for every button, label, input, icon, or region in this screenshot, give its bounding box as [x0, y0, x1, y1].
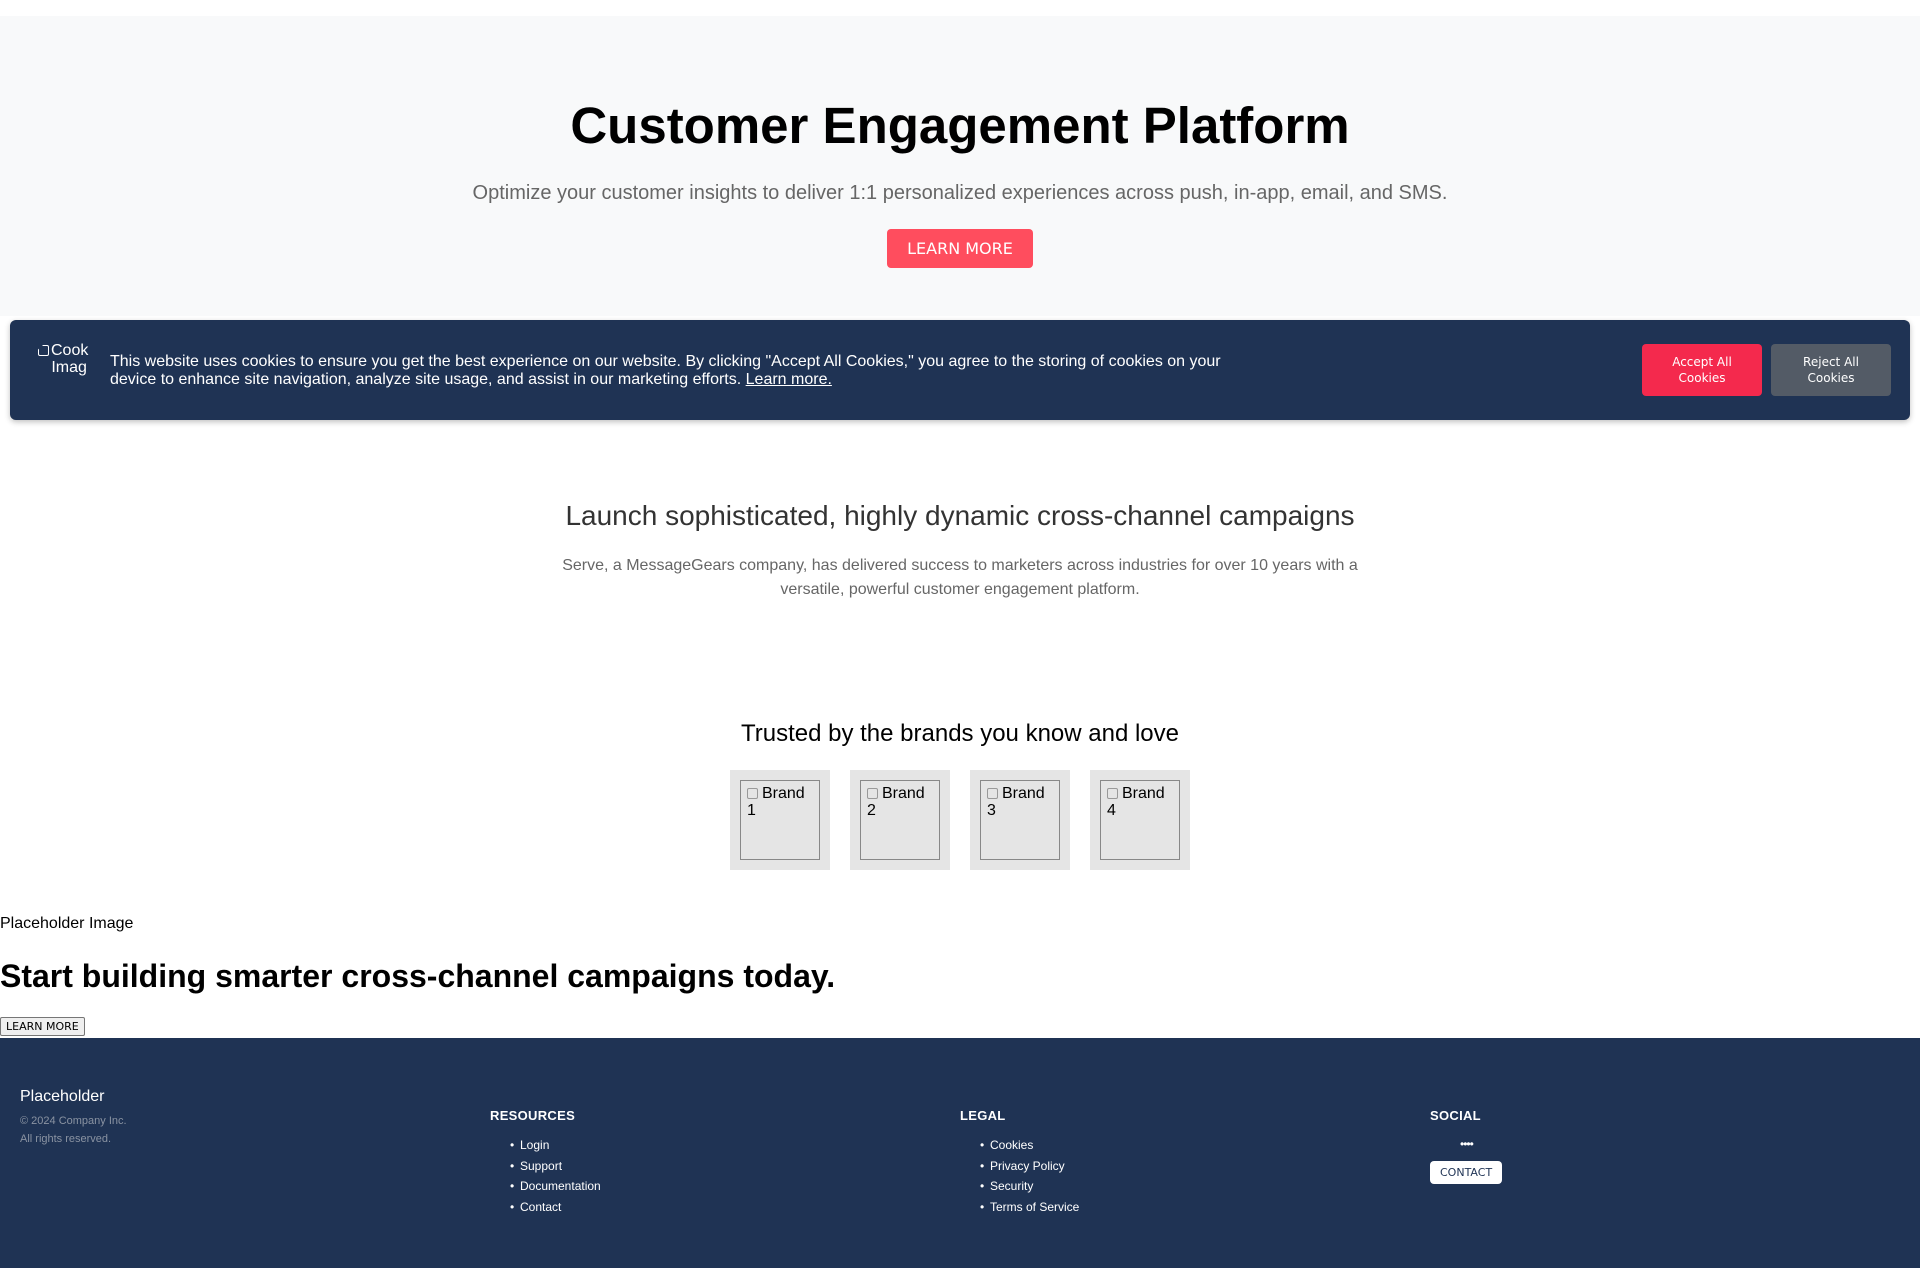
footer: Placeholder © 2024 Company Inc. All righ… [0, 1038, 1920, 1268]
broken-image-icon [1107, 788, 1118, 799]
page-title: Customer Engagement Platform [570, 97, 1350, 154]
footer-link-terms[interactable]: Terms of Service [990, 1197, 1079, 1218]
cookie-logo-image: Cook Imag [30, 338, 100, 402]
brands-section: Trusted by the brands you know and love … [0, 720, 1920, 870]
broken-image-icon [747, 788, 758, 799]
cookie-logo-alt-2: Imag [51, 359, 87, 376]
hero-subtitle: Optimize your customer insights to deliv… [472, 182, 1448, 205]
broken-image-icon [867, 788, 878, 799]
launch-section: Launch sophisticated, highly dynamic cro… [0, 500, 1920, 602]
footer-social: SOCIAL •••• CONTACT [1430, 1108, 1503, 1184]
footer-brand: Placeholder © 2024 Company Inc. All righ… [20, 1088, 127, 1148]
cookie-message-text: This website uses cookies to ensure you … [110, 353, 1221, 388]
social-icons[interactable]: •••• [1430, 1137, 1502, 1151]
cookie-logo-alt-1: Cook [51, 342, 89, 359]
brand-logo-image: Brand 1 [740, 780, 820, 860]
cookie-banner: Cook Imag This website uses cookies to e… [10, 320, 1910, 420]
footer-resources-heading: RESOURCES [490, 1108, 576, 1123]
footer-resources-list: Login Support Documentation Contact [490, 1135, 601, 1217]
hero-section: Customer Engagement Platform Optimize yo… [0, 16, 1920, 316]
footer-resources: RESOURCES Login Support Documentation Co… [490, 1108, 601, 1217]
footer-link-security[interactable]: Security [990, 1176, 1079, 1197]
launch-body: Serve, a MessageGears company, has deliv… [562, 557, 1358, 598]
brand-logo-image: Brand 4 [1100, 780, 1180, 860]
footer-brand-name: Placeholder [20, 1088, 105, 1105]
footer-link-login[interactable]: Login [520, 1135, 601, 1156]
cta-learn-more-button[interactable]: LEARN MORE [0, 1017, 85, 1036]
cta-heading: Start building smarter cross-channel cam… [0, 958, 836, 994]
learn-more-button[interactable]: LEARN MORE [887, 229, 1033, 269]
cookie-learn-more-link[interactable]: Learn more. [746, 371, 832, 388]
footer-copyright-line: © 2024 Company Inc. [20, 1115, 127, 1127]
footer-link-support[interactable]: Support [520, 1156, 601, 1177]
brand-logo-row: Brand 1 Brand 2 Brand 3 Brand 4 [0, 770, 1920, 870]
launch-heading: Launch sophisticated, highly dynamic cro… [565, 500, 1355, 531]
broken-image-icon [987, 788, 998, 799]
brand-logo-image: Brand 3 [980, 780, 1060, 860]
accept-all-cookies-button[interactable]: Accept All Cookies [1642, 344, 1762, 396]
placeholder-image: Placeholder Image [0, 915, 134, 932]
cta-section: Placeholder Image Start building smarter… [0, 915, 835, 1036]
footer-link-cookies[interactable]: Cookies [990, 1135, 1079, 1156]
cookie-message: This website uses cookies to ensure you … [110, 353, 1270, 389]
footer-link-contact[interactable]: Contact [520, 1197, 601, 1218]
reject-all-cookies-button[interactable]: Reject All Cookies [1771, 344, 1891, 396]
footer-link-documentation[interactable]: Documentation [520, 1176, 601, 1197]
brand-tile: Brand 2 [850, 770, 950, 870]
footer-legal-heading: LEGAL [960, 1108, 1006, 1123]
footer-contact-button[interactable]: CONTACT [1430, 1161, 1503, 1184]
brand-tile: Brand 4 [1090, 770, 1190, 870]
top-bar [0, 0, 1920, 16]
broken-image-icon [38, 345, 49, 356]
brand-tile: Brand 1 [730, 770, 830, 870]
footer-copyright: © 2024 Company Inc. All rights reserved. [20, 1112, 127, 1148]
footer-rights-line: All rights reserved. [20, 1133, 112, 1145]
footer-legal-list: Cookies Privacy Policy Security Terms of… [960, 1135, 1079, 1217]
footer-link-privacy-policy[interactable]: Privacy Policy [990, 1156, 1079, 1177]
brand-tile: Brand 3 [970, 770, 1070, 870]
footer-legal: LEGAL Cookies Privacy Policy Security Te… [960, 1108, 1079, 1217]
footer-social-heading: SOCIAL [1430, 1108, 1481, 1123]
brands-heading: Trusted by the brands you know and love [740, 720, 1180, 747]
brand-logo-image: Brand 2 [860, 780, 940, 860]
